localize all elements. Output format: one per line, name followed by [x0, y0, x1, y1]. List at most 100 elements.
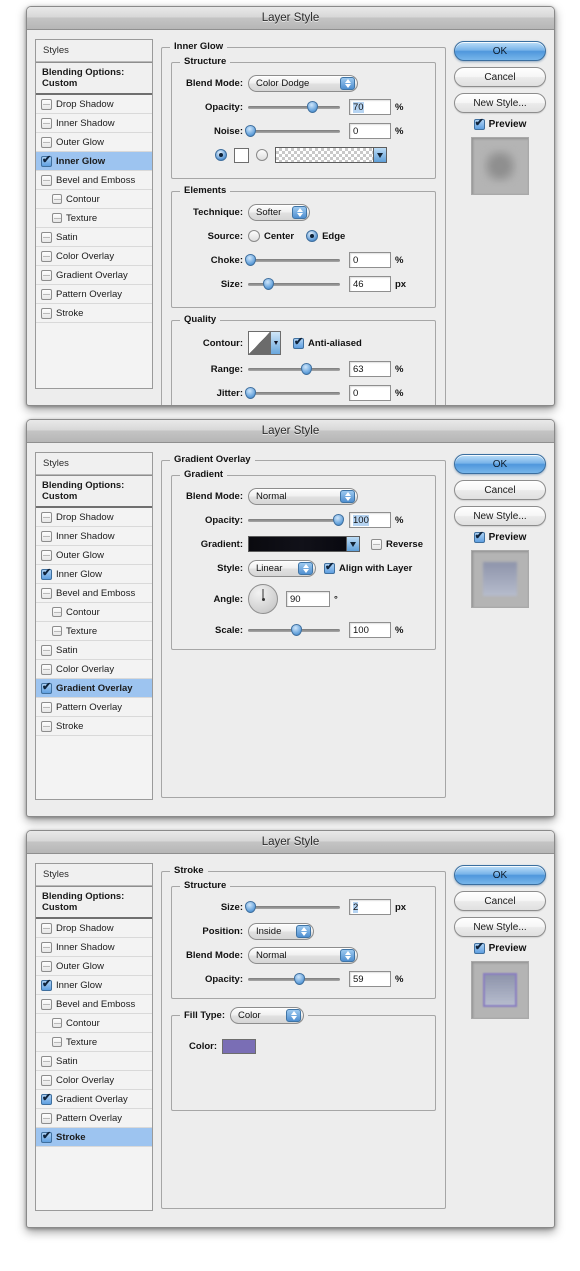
scale-input[interactable]: 100 — [349, 622, 391, 638]
sidebar-item-inner-glow[interactable]: Inner Glow — [36, 976, 152, 995]
range-input[interactable]: 63 — [349, 361, 391, 377]
sidebar-item-contour[interactable]: Contour — [36, 603, 152, 622]
sidebar-item-bevel-and-emboss[interactable]: Bevel and Emboss — [36, 584, 152, 603]
blending-options-item[interactable]: Blending Options: Custom — [36, 475, 152, 508]
stepper-arrows-icon[interactable] — [340, 948, 355, 962]
blend-mode-select[interactable]: Normal — [248, 946, 358, 964]
slider-knob[interactable] — [263, 278, 275, 290]
slider-knob[interactable] — [293, 973, 305, 985]
slider-knob[interactable] — [244, 125, 256, 137]
checkbox-icon[interactable] — [52, 194, 62, 204]
opacity-input[interactable]: 70 — [349, 99, 391, 115]
checkbox-icon[interactable] — [41, 587, 52, 599]
checkbox-icon[interactable] — [41, 174, 52, 186]
fill-type-select[interactable]: Color — [230, 1007, 304, 1024]
sidebar-item-gradient-overlay[interactable]: Gradient Overlay — [36, 679, 152, 698]
stepper-arrows-icon[interactable] — [340, 489, 355, 503]
range-slider[interactable] — [248, 362, 340, 376]
styles-list[interactable]: Styles Blending Options: Custom Drop Sha… — [35, 452, 153, 800]
new-style-button[interactable]: New Style... — [454, 93, 546, 113]
sidebar-item-drop-shadow[interactable]: Drop Shadow — [36, 508, 152, 527]
sidebar-item-pattern-overlay[interactable]: Pattern Overlay — [36, 1109, 152, 1128]
position-select[interactable]: Inside — [248, 922, 314, 940]
sidebar-item-satin[interactable]: Satin — [36, 641, 152, 660]
size-slider[interactable] — [248, 277, 340, 291]
sidebar-item-outer-glow[interactable]: Outer Glow — [36, 957, 152, 976]
checkbox-icon[interactable] — [41, 549, 52, 561]
angle-dial[interactable] — [248, 584, 278, 614]
size-input[interactable]: 46 — [349, 276, 391, 292]
sidebar-item-pattern-overlay[interactable]: Pattern Overlay — [36, 285, 152, 304]
sidebar-item-texture[interactable]: Texture — [36, 622, 152, 641]
checkbox-icon[interactable] — [41, 1112, 52, 1124]
sidebar-item-texture[interactable]: Texture — [36, 209, 152, 228]
radio-source-center[interactable] — [248, 230, 260, 242]
checkbox-icon[interactable] — [473, 941, 485, 954]
radio-gradient-fill[interactable] — [256, 149, 268, 161]
chevron-down-icon[interactable] — [346, 537, 359, 551]
gradient-picker[interactable] — [248, 536, 360, 552]
opacity-input[interactable]: 100 — [349, 512, 391, 528]
checkbox-icon[interactable] — [41, 663, 52, 675]
slider-knob[interactable] — [307, 101, 319, 113]
slider-knob[interactable] — [244, 254, 256, 266]
angle-input[interactable]: 90 — [286, 591, 330, 607]
checkbox-icon[interactable] — [41, 269, 52, 281]
ok-button[interactable]: OK — [454, 454, 546, 474]
sidebar-item-drop-shadow[interactable]: Drop Shadow — [36, 919, 152, 938]
checkbox-icon[interactable] — [41, 567, 52, 580]
checkbox-icon[interactable] — [41, 922, 52, 934]
stroke-color-swatch[interactable] — [222, 1038, 256, 1054]
opacity-slider[interactable] — [248, 100, 340, 114]
layer-style-dialog-inner-glow[interactable]: Layer Style Styles Blending Options: Cus… — [26, 6, 555, 406]
stepper-arrows-icon[interactable] — [340, 76, 355, 90]
checkbox-icon[interactable] — [41, 998, 52, 1010]
sidebar-item-satin[interactable]: Satin — [36, 1052, 152, 1071]
cancel-button[interactable]: Cancel — [454, 67, 546, 87]
chevron-down-icon[interactable] — [373, 148, 386, 162]
checkbox-icon[interactable] — [41, 98, 52, 110]
radio-source-edge[interactable] — [306, 230, 319, 242]
slider-knob[interactable] — [333, 514, 345, 526]
layer-style-dialog-gradient-overlay[interactable]: Layer Style Styles Blending Options: Cus… — [26, 419, 555, 817]
glow-color-swatch[interactable] — [234, 147, 249, 163]
gradient-style-select[interactable]: Linear — [248, 559, 316, 577]
sidebar-item-outer-glow[interactable]: Outer Glow — [36, 546, 152, 565]
checkbox-icon[interactable] — [52, 213, 62, 223]
blending-options-item[interactable]: Blending Options: Custom — [36, 62, 152, 95]
stepper-arrows-icon[interactable] — [296, 924, 311, 938]
checkbox-icon[interactable] — [41, 117, 52, 129]
preview-checkbox[interactable]: Preview — [454, 530, 546, 543]
preview-checkbox[interactable]: Preview — [454, 941, 546, 954]
cancel-button[interactable]: Cancel — [454, 891, 546, 911]
opacity-slider[interactable] — [248, 513, 345, 527]
checkbox-icon[interactable] — [41, 1055, 52, 1067]
stepper-arrows-icon[interactable] — [292, 205, 307, 219]
sidebar-item-outer-glow[interactable]: Outer Glow — [36, 133, 152, 152]
slider-knob[interactable] — [300, 363, 312, 375]
checkbox-icon[interactable] — [41, 231, 52, 243]
opacity-slider[interactable] — [248, 972, 340, 986]
sidebar-item-drop-shadow[interactable]: Drop Shadow — [36, 95, 152, 114]
sidebar-item-color-overlay[interactable]: Color Overlay — [36, 247, 152, 266]
sidebar-item-contour[interactable]: Contour — [36, 1014, 152, 1033]
stepper-arrows-icon[interactable] — [298, 561, 313, 575]
choke-input[interactable]: 0 — [349, 252, 391, 268]
checkbox-icon[interactable] — [473, 530, 485, 543]
sidebar-item-satin[interactable]: Satin — [36, 228, 152, 247]
slider-knob[interactable] — [244, 901, 256, 913]
align-with-layer-checkbox[interactable]: Align with Layer — [324, 561, 412, 574]
sidebar-item-inner-shadow[interactable]: Inner Shadow — [36, 938, 152, 957]
sidebar-item-contour[interactable]: Contour — [36, 190, 152, 209]
sidebar-item-gradient-overlay[interactable]: Gradient Overlay — [36, 266, 152, 285]
sidebar-item-stroke[interactable]: Stroke — [36, 1128, 152, 1147]
opacity-input[interactable]: 59 — [349, 971, 391, 987]
checkbox-icon[interactable] — [41, 288, 52, 300]
sidebar-item-stroke[interactable]: Stroke — [36, 304, 152, 323]
checkbox-icon[interactable] — [41, 307, 52, 319]
dialog-titlebar[interactable]: Layer Style — [27, 7, 554, 30]
dialog-titlebar[interactable]: Layer Style — [27, 420, 554, 443]
blend-mode-select[interactable]: Normal — [248, 487, 358, 505]
preview-checkbox[interactable]: Preview — [454, 117, 546, 130]
checkbox-icon[interactable] — [324, 561, 335, 574]
